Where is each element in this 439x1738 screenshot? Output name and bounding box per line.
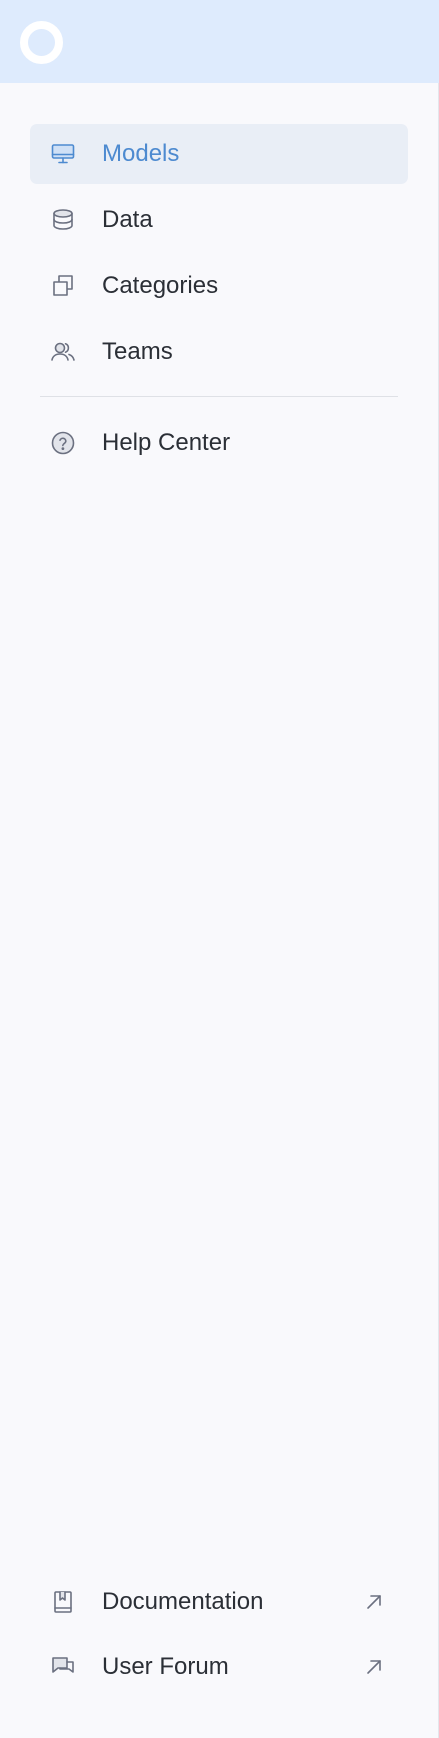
chat-icon (50, 1654, 76, 1680)
database-icon (50, 207, 76, 233)
sidebar-item-label: User Forum (102, 1653, 229, 1680)
sidebar-item-label: Models (102, 140, 180, 167)
sidebar-item-label: Help Center (102, 429, 231, 456)
sidebar-item-help-center[interactable]: Help Center (30, 413, 408, 473)
sidebar-item-user-forum[interactable]: User Forum (30, 1637, 408, 1697)
sidebar-item-categories[interactable]: Categories (30, 256, 408, 316)
sidebar-item-label: Teams (102, 338, 173, 365)
circle-ring-icon[interactable] (20, 21, 63, 64)
book-icon (50, 1589, 76, 1615)
sidebar-item-data[interactable]: Data (30, 190, 408, 250)
question-circle-icon (50, 430, 76, 456)
external-link-icon (364, 1657, 384, 1677)
sidebar-item-teams[interactable]: Teams (30, 322, 408, 382)
sidebar-item-label: Categories (102, 272, 219, 299)
sidebar-item-label: Data (102, 206, 153, 233)
sidebar-divider (40, 396, 398, 397)
users-icon (50, 339, 76, 365)
sidebar-item-label: Documentation (102, 1588, 264, 1615)
sidebar: Models Data Categories Teams Help Center… (0, 0, 439, 1738)
squares-icon (50, 273, 76, 299)
sidebar-header (0, 0, 439, 83)
sidebar-item-models[interactable]: Models (30, 124, 408, 184)
external-link-icon (364, 1592, 384, 1612)
sidebar-item-documentation[interactable]: Documentation (30, 1572, 408, 1632)
monitor-icon (50, 141, 76, 167)
